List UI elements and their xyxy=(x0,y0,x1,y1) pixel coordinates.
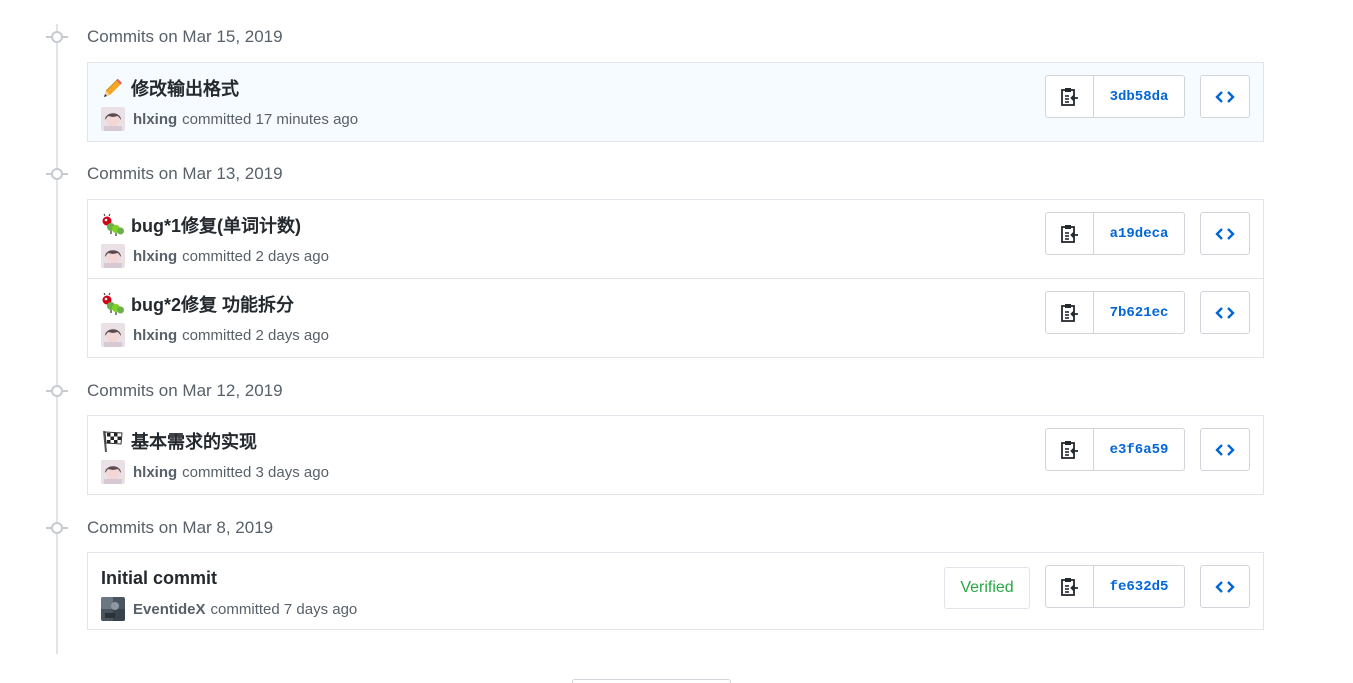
commit-group-header: Commits on Mar 13, 2019 xyxy=(46,162,283,186)
commit-message[interactable]: Initial commit xyxy=(101,565,217,591)
sha-button-group: fe632d5 xyxy=(1045,565,1185,608)
commit-message[interactable]: 修改输出格式 xyxy=(101,75,239,101)
commit-row: Initial commit EventideX committed 7 day… xyxy=(88,553,1263,629)
avatar[interactable] xyxy=(101,323,125,347)
commit-list: 修改输出格式 hlxing committed 17 minutes ago 3… xyxy=(87,62,1264,142)
commit-time: committed 7 days ago xyxy=(210,600,358,618)
code-icon xyxy=(1215,227,1235,240)
commit-sha-link[interactable]: 3db58da xyxy=(1094,76,1184,117)
commit-sha-link[interactable]: fe632d5 xyxy=(1094,566,1184,607)
copy-sha-button[interactable] xyxy=(1046,566,1094,607)
commit-message[interactable]: bug*1修复(单词计数) xyxy=(101,212,301,238)
checkered-flag-icon xyxy=(103,430,123,453)
sha-button-group: e3f6a59 xyxy=(1045,428,1185,471)
commit-meta: hlxing committed 3 days ago xyxy=(101,460,329,484)
timeline-commit-node-icon xyxy=(46,380,68,402)
commit-author[interactable]: EventideX xyxy=(133,601,206,618)
sha-button-group: 3db58da xyxy=(1045,75,1185,118)
clipboard-icon xyxy=(1060,224,1078,243)
commit-author[interactable]: hlxing xyxy=(133,464,177,481)
commit-author[interactable]: hlxing xyxy=(133,248,177,265)
commit-meta: hlxing committed 2 days ago xyxy=(101,323,329,347)
commit-sha-link[interactable]: 7b621ec xyxy=(1094,292,1184,333)
timeline-commit-node-icon xyxy=(46,517,68,539)
browse-repo-button[interactable] xyxy=(1200,75,1250,118)
commit-row: 基本需求的实现 hlxing committed 3 days ago e3f6… xyxy=(88,416,1263,494)
browse-repo-button[interactable] xyxy=(1200,291,1250,334)
browse-repo-button[interactable] xyxy=(1200,565,1250,608)
commit-list: Initial commit EventideX committed 7 day… xyxy=(87,552,1264,630)
avatar[interactable] xyxy=(101,597,125,621)
commit-time: committed 2 days ago xyxy=(182,247,329,265)
commit-time: committed 2 days ago xyxy=(182,326,329,344)
commit-list: bug*1修复(单词计数) hlxing committed 2 days ag… xyxy=(87,199,1264,358)
clipboard-icon xyxy=(1060,87,1078,106)
commit-message[interactable]: 基本需求的实现 xyxy=(101,428,257,454)
commit-group-date: Commits on Mar 13, 2019 xyxy=(87,164,283,183)
commit-row: 修改输出格式 hlxing committed 17 minutes ago 3… xyxy=(88,63,1263,141)
timeline-commit-node-icon xyxy=(46,26,68,48)
commit-author[interactable]: hlxing xyxy=(133,111,177,128)
code-icon xyxy=(1215,306,1235,319)
clipboard-icon xyxy=(1060,577,1078,596)
clipboard-icon xyxy=(1060,440,1078,459)
code-icon xyxy=(1215,443,1235,456)
commit-message-text: bug*1修复(单词计数) xyxy=(131,216,301,236)
commit-meta: hlxing committed 2 days ago xyxy=(101,244,329,268)
copy-sha-button[interactable] xyxy=(1046,76,1094,117)
commit-message-text: bug*2修复 功能拆分 xyxy=(131,295,295,315)
commit-row: bug*2修复 功能拆分 hlxing committed 2 days ago xyxy=(88,278,1263,357)
commit-row: bug*1修复(单词计数) hlxing committed 2 days ag… xyxy=(88,200,1263,278)
commit-group-header: Commits on Mar 8, 2019 xyxy=(46,516,273,540)
commit-message-text: Initial commit xyxy=(101,567,218,588)
commit-message-text: 修改输出格式 xyxy=(131,79,239,99)
commit-group-header: Commits on Mar 15, 2019 xyxy=(46,25,283,49)
pagination-button[interactable] xyxy=(572,679,731,683)
copy-sha-button[interactable] xyxy=(1046,292,1094,333)
pencil-icon xyxy=(104,78,122,97)
browse-repo-button[interactable] xyxy=(1200,212,1250,255)
commit-group-header: Commits on Mar 12, 2019 xyxy=(46,379,283,403)
avatar[interactable] xyxy=(101,244,125,268)
browse-repo-button[interactable] xyxy=(1200,428,1250,471)
commit-message-text: 基本需求的实现 xyxy=(131,432,257,452)
timeline-commit-node-icon xyxy=(46,163,68,185)
bug-icon xyxy=(102,292,124,315)
commit-time: committed 3 days ago xyxy=(182,463,329,481)
commit-sha-link[interactable]: a19deca xyxy=(1094,213,1184,254)
avatar[interactable] xyxy=(101,107,125,131)
commit-message[interactable]: bug*2修复 功能拆分 xyxy=(101,291,294,317)
commit-meta: EventideX committed 7 days ago xyxy=(101,597,357,621)
commit-group-date: Commits on Mar 15, 2019 xyxy=(87,27,283,46)
timeline-line xyxy=(56,24,58,654)
commit-sha-link[interactable]: e3f6a59 xyxy=(1094,429,1184,470)
bug-icon xyxy=(102,213,124,236)
code-icon xyxy=(1215,90,1235,103)
clipboard-icon xyxy=(1060,303,1078,322)
commit-list: 基本需求的实现 hlxing committed 3 days ago e3f6… xyxy=(87,415,1264,495)
sha-button-group: a19deca xyxy=(1045,212,1185,255)
commit-author[interactable]: hlxing xyxy=(133,327,177,344)
code-icon xyxy=(1215,580,1235,593)
copy-sha-button[interactable] xyxy=(1046,429,1094,470)
commit-group-date: Commits on Mar 8, 2019 xyxy=(87,518,274,537)
commit-group-date: Commits on Mar 12, 2019 xyxy=(87,381,283,400)
commit-meta: hlxing committed 17 minutes ago xyxy=(101,107,358,131)
commit-time: committed 17 minutes ago xyxy=(182,110,359,128)
copy-sha-button[interactable] xyxy=(1046,213,1094,254)
sha-button-group: 7b621ec xyxy=(1045,291,1185,334)
verified-badge[interactable]: Verified xyxy=(944,567,1030,609)
avatar[interactable] xyxy=(101,460,125,484)
